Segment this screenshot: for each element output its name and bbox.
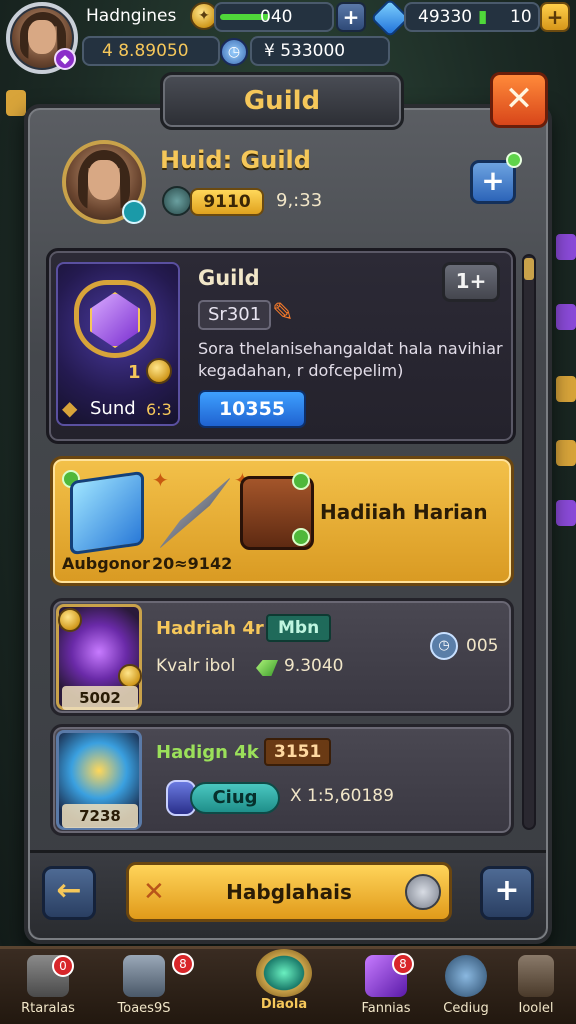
- energy-value: 040: [260, 7, 293, 27]
- blue-cube-icon: [70, 470, 144, 556]
- bottom-nav: Rtaralas 0 Toaes9S 8 Dlaola Fannias 8 Ce…: [0, 946, 576, 1024]
- nav-item-dlaola[interactable]: Dlaola: [236, 949, 332, 1024]
- panel-title: Guild: [160, 72, 404, 130]
- side-gold-gem-icon: [556, 440, 576, 466]
- currency-a-bar: 4 8.89050: [82, 36, 220, 66]
- thumb-coin-icon: [118, 664, 142, 688]
- emblem-coin-icon: [146, 358, 172, 384]
- tower-icon: [518, 955, 554, 997]
- leader-badge-icon: [122, 200, 146, 224]
- thumb-coin-icon: [58, 608, 82, 632]
- description-line: Sora thelanisehangaldat hala navihiar: [198, 339, 503, 358]
- row-title: Hadign 4k: [156, 742, 259, 763]
- guild-description: Sora thelanisehangaldat hala navihiar ke…: [198, 338, 508, 382]
- nav-item-rtaralas[interactable]: Rtaralas: [0, 949, 96, 1024]
- scrollbar-track[interactable]: [522, 254, 536, 830]
- thumb-label: 5002: [62, 686, 138, 710]
- main-action-label: Habglahais: [226, 880, 352, 904]
- guild-level-value: 9110: [190, 188, 264, 216]
- side-chest-icon: [6, 90, 26, 116]
- guild-tag: Sr301: [198, 300, 272, 330]
- emblem-count: 6:3: [146, 400, 172, 419]
- row-title: Hadriah 4r: [156, 618, 264, 639]
- guild-points-value: 9,:33: [276, 190, 323, 211]
- row-action-pill[interactable]: Ciug: [190, 782, 280, 814]
- main-action-button[interactable]: ✕ Habglahais: [126, 862, 452, 922]
- emblem-badge-value: 1: [128, 362, 141, 383]
- pencil-icon[interactable]: ✎: [272, 298, 294, 328]
- nav-label: Dlaola: [260, 997, 308, 1012]
- notification-dot-icon: [506, 152, 522, 168]
- emblem-label: Sund: [90, 398, 136, 419]
- side-purple-gem-icon: [556, 234, 576, 260]
- nav-badge: 8: [172, 953, 194, 975]
- emblem-label-icon: ◆: [62, 396, 78, 420]
- guild-name: Huid: Guild: [160, 146, 311, 174]
- add-button[interactable]: +: [480, 866, 534, 920]
- row-meta-value: X 1:5,60189: [290, 786, 394, 806]
- nav-label: Ioolel: [518, 1001, 554, 1016]
- gold-value: 49330: [418, 7, 473, 27]
- guild-level-icon: [162, 186, 192, 216]
- top-hud: ◆ Hadngines ✦ 040 + 49330 ▮ 10 + 4 8.890…: [0, 0, 576, 74]
- add-energy-button[interactable]: +: [336, 2, 366, 32]
- side-gold-gem-icon: [556, 376, 576, 402]
- compass-icon: [256, 949, 312, 997]
- coin-dial-icon: [405, 874, 441, 910]
- currency-b-value: ¥ 533000: [264, 41, 346, 61]
- gems-value: 10: [510, 7, 532, 27]
- row-meta-label: Kvalr ibol: [156, 656, 236, 676]
- reward-label: Aubgonor: [62, 554, 150, 573]
- nav-badge: 0: [52, 955, 74, 977]
- row-tag: Mbn: [266, 614, 332, 642]
- thumb-label: 7238: [62, 804, 138, 828]
- scrollbar-thumb[interactable]: [524, 258, 534, 280]
- energy-bar: 040: [214, 2, 334, 32]
- side-purple-gem-icon: [556, 500, 576, 526]
- reward-badge-icon: [292, 472, 310, 490]
- player-level-badge: ◆: [54, 48, 76, 70]
- reward-value: 20≈9142: [152, 554, 233, 573]
- row-time-value: 005: [466, 636, 499, 656]
- reward-title: Hadiiah Harian: [320, 500, 488, 524]
- nav-badge: 8: [392, 953, 414, 975]
- green-flag-icon: ▮: [478, 7, 488, 27]
- currency-b-bar: ¥ 533000: [250, 36, 390, 66]
- player-name: Hadngines: [86, 6, 177, 26]
- description-line: kegadahan, r dofcepelim): [198, 361, 404, 380]
- robot-icon: [123, 955, 165, 997]
- side-purple-gem-icon: [556, 304, 576, 330]
- row-meta-value: 9.3040: [284, 656, 344, 676]
- reward-badge-icon: [292, 528, 310, 546]
- close-button[interactable]: ✕: [490, 72, 548, 128]
- currency-a-value: 4 8.89050: [102, 41, 189, 61]
- gold-bar: 49330 ▮ 10: [404, 2, 540, 32]
- reward-star-icon: ✦: [152, 468, 169, 492]
- level-up-button[interactable]: 1+: [442, 262, 500, 302]
- clock-icon: ◷: [220, 38, 248, 66]
- cancel-x-icon: ✕: [143, 877, 165, 907]
- back-arrow-button[interactable]: ←: [42, 866, 96, 920]
- globe-icon: [445, 955, 487, 997]
- nav-item-ioolel[interactable]: Ioolel: [496, 949, 576, 1024]
- guild-power-button[interactable]: 10355: [198, 390, 306, 428]
- add-gold-button[interactable]: +: [540, 2, 570, 32]
- timer-icon: ◷: [430, 632, 458, 660]
- nav-label: Rtaralas: [21, 1001, 75, 1016]
- info-card-title: Guild: [198, 266, 260, 290]
- row-tag: 3151: [264, 738, 332, 766]
- nav-label: Toaes9S: [117, 1001, 171, 1016]
